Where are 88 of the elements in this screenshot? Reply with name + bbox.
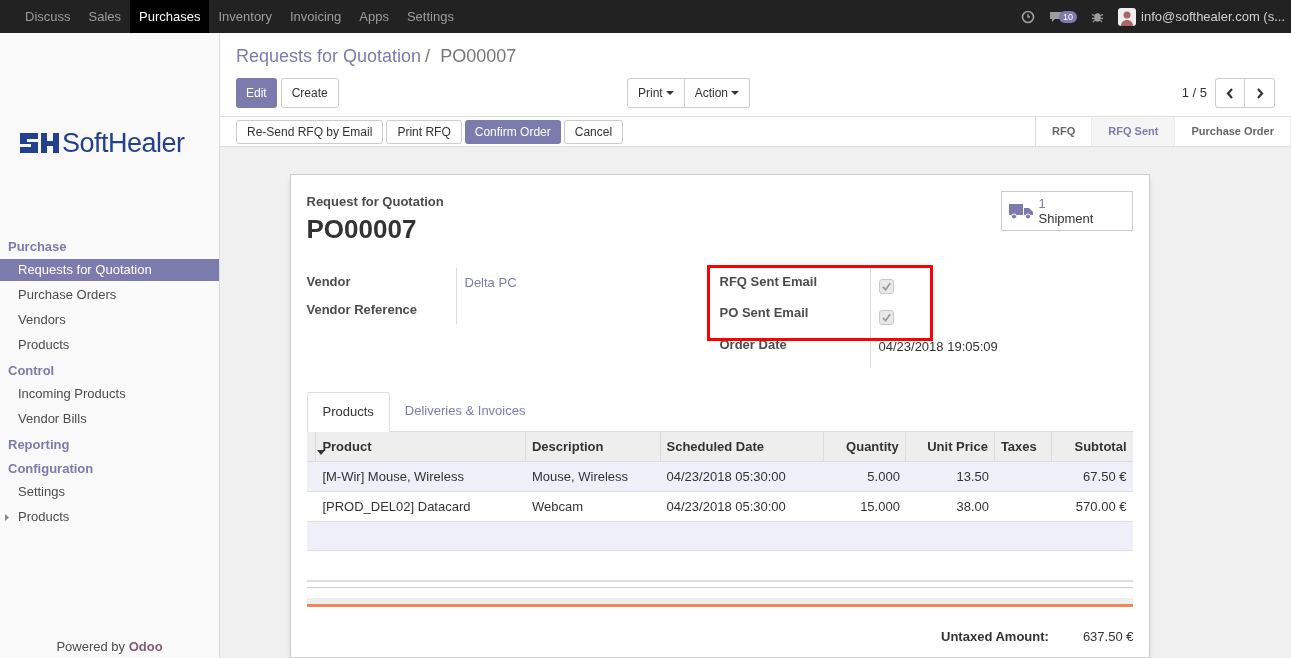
notification-count: 10: [1059, 10, 1077, 23]
sidebar-item[interactable]: Requests for Quotation: [0, 259, 219, 281]
column-header[interactable]: Unit Price: [905, 431, 995, 461]
status-button[interactable]: Cancel: [563, 119, 624, 144]
column-header[interactable]: Scheduled Date: [660, 431, 824, 461]
sort-caret-icon: [316, 449, 325, 455]
column-header[interactable]: Quantity: [823, 431, 906, 461]
menu-item[interactable]: Purchases: [130, 0, 210, 33]
chevron-left-icon: [1226, 87, 1234, 99]
table-cell-text: 570.00 €: [1074, 497, 1128, 516]
status-step[interactable]: Purchase Order: [1175, 117, 1291, 146]
menu-item[interactable]: Settings: [397, 0, 463, 33]
table-cell-text: 67.50 €: [1082, 467, 1128, 486]
sidebar-item[interactable]: Products: [0, 506, 219, 528]
menu-item[interactable]: Sales: [79, 0, 131, 33]
table-cell-text: 13.50: [955, 467, 990, 486]
bug-icon[interactable]: [1091, 10, 1104, 23]
checkbox[interactable]: [878, 278, 894, 294]
menu-item[interactable]: Invoicing: [280, 0, 351, 33]
sidebar-item[interactable]: Purchase Orders: [0, 284, 219, 306]
table-cell-text: 15.000: [859, 497, 901, 516]
table-cell-text: Mouse, Wireless: [531, 467, 630, 486]
field-label: RFQ Sent Email: [719, 272, 819, 291]
section-heading: Control: [7, 362, 56, 380]
menu-item[interactable]: Apps: [350, 0, 398, 33]
field-label: Vendor Reference: [306, 300, 419, 319]
form-subtitle: Request for Quotation: [306, 193, 444, 211]
total-value: 637.50 €: [1082, 627, 1134, 646]
sidebar-item[interactable]: Settings: [0, 481, 219, 503]
sidebar-item[interactable]: Products: [0, 334, 219, 356]
column-header[interactable]: Subtotal: [1052, 431, 1133, 461]
check-icon: [880, 311, 892, 323]
user-name[interactable]: info@softhealer.com (s...: [1141, 6, 1285, 27]
avatar-icon[interactable]: [1118, 7, 1136, 26]
status-button[interactable]: Print RFQ: [386, 119, 462, 144]
shipment-count: 1: [1038, 196, 1047, 211]
table-cell-text: Webcam: [531, 497, 585, 516]
status-button[interactable]: Confirm Order: [464, 119, 561, 144]
menu-item[interactable]: Inventory: [209, 0, 281, 33]
sidebar-item[interactable]: Incoming Products: [0, 383, 219, 405]
table-cell-text: [PROD_DEL02] Datacard: [321, 497, 472, 516]
pager-counter: 1 / 5: [1181, 84, 1207, 103]
sidebar-item[interactable]: Vendors: [0, 309, 219, 331]
truck-icon: [1008, 202, 1033, 220]
action-dropdown[interactable]: Action: [684, 78, 751, 108]
field-label: PO Sent Email: [719, 303, 810, 322]
breadcrumb-separator: /: [425, 45, 431, 68]
field-label: Vendor: [306, 272, 352, 291]
edit-button[interactable]: Edit: [236, 78, 277, 108]
table-cell-text: 04/23/2018 05:30:00: [665, 497, 787, 516]
table-cell-text: 38.00: [955, 497, 990, 516]
previous-button[interactable]: [1215, 78, 1245, 108]
shipment-label: Shipment: [1038, 211, 1094, 226]
form-tab[interactable]: Deliveries & Invoices: [389, 391, 541, 431]
checkbox[interactable]: [878, 309, 894, 325]
breadcrumb-link[interactable]: Requests for Quotation: [236, 43, 422, 70]
menu-item[interactable]: Discuss: [16, 0, 80, 33]
logo-mark: [20, 131, 60, 155]
odoo-link[interactable]: Odoo: [128, 638, 163, 654]
section-heading: Purchase: [7, 238, 68, 256]
column-header[interactable]: Description: [526, 431, 661, 461]
form-tab[interactable]: Products: [306, 391, 390, 432]
caret-icon: [731, 91, 740, 95]
column-header[interactable]: Product: [316, 431, 526, 461]
breadcrumb-current: PO00007: [440, 45, 517, 68]
caret-icon: [665, 91, 674, 95]
powered-by-text: Powered by: [56, 638, 127, 654]
table-cell-text: 04/23/2018 05:30:00: [665, 467, 787, 486]
chevron-right-icon: [1255, 87, 1264, 99]
print-dropdown[interactable]: Print: [627, 78, 685, 108]
vendor-link[interactable]: Delta PC: [464, 267, 720, 296]
column-header[interactable]: Taxes: [994, 431, 1053, 461]
shipment-button[interactable]: 1 Shipment: [1000, 191, 1133, 231]
order-number: PO00007: [306, 212, 418, 246]
create-button[interactable]: Create: [280, 78, 339, 108]
section-heading: Reporting: [7, 436, 71, 454]
check-icon: [880, 280, 892, 292]
status-button[interactable]: Re-Send RFQ by Email: [236, 119, 384, 144]
status-step[interactable]: RFQ Sent: [1092, 117, 1176, 146]
sidebar-item[interactable]: Vendor Bills: [0, 408, 219, 430]
order-date-value: 04/23/2018 19:05:09: [878, 337, 998, 356]
table-cell-text: [M-Wir] Mouse, Wireless: [321, 467, 465, 486]
logo-text: SoftHealer: [62, 129, 185, 157]
clock-icon[interactable]: [1021, 9, 1035, 24]
next-button[interactable]: [1245, 78, 1275, 108]
section-heading: Configuration: [7, 460, 95, 478]
table-cell-text: 5.000: [866, 467, 901, 486]
total-label: Untaxed Amount:: [941, 627, 1049, 646]
